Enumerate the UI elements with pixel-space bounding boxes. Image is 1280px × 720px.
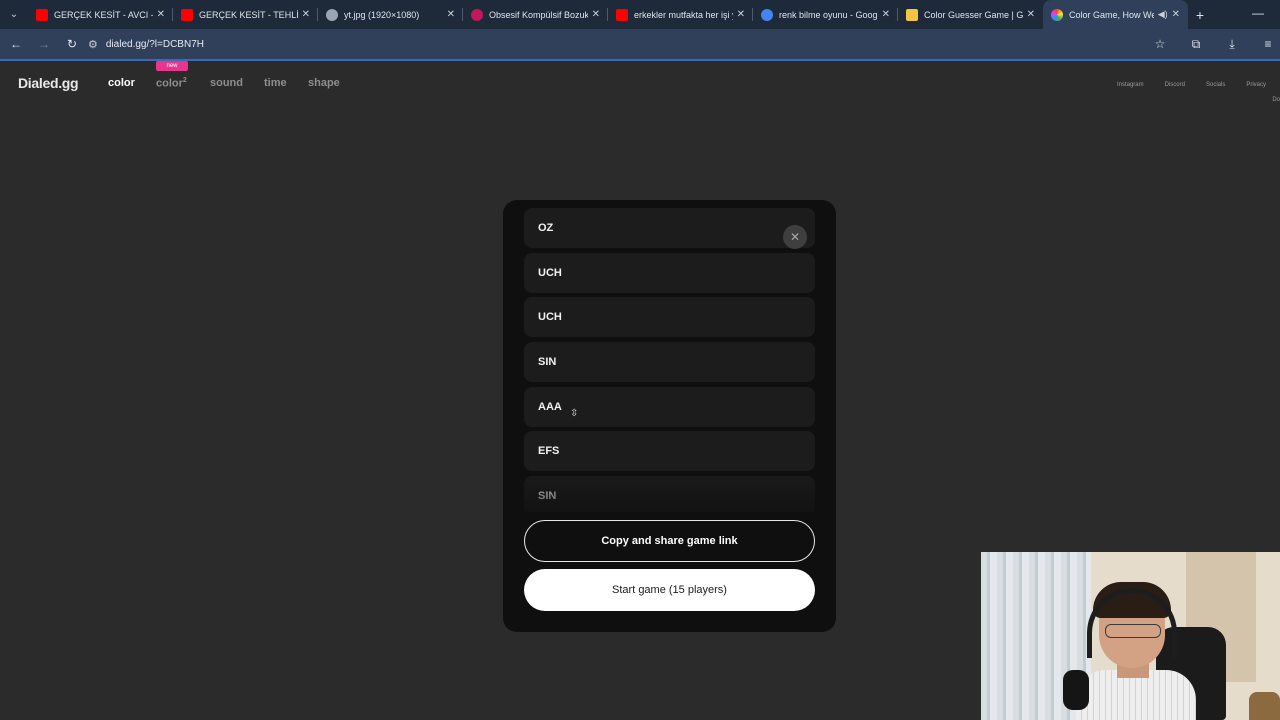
nav-label: color	[156, 77, 183, 90]
youtube-favicon-icon	[36, 8, 48, 21]
site-favicon-icon	[471, 8, 483, 21]
webcam-overlay	[981, 552, 1280, 720]
nav-time[interactable]: time	[264, 77, 287, 89]
address-bar[interactable]: ⚙ dialed.gg/?l=DCBN7H	[88, 32, 204, 56]
youtube-favicon-icon	[181, 8, 193, 21]
player-name: SIN	[538, 490, 557, 503]
nav-sound[interactable]: sound	[210, 77, 243, 89]
speaker-icon[interactable]: ◀)	[1158, 9, 1168, 20]
browser-tab-active[interactable]: Color Game, How We ◀) ✕	[1043, 0, 1188, 29]
window-minimize-icon[interactable]: —	[1252, 6, 1264, 20]
tab-close-icon[interactable]: ✕	[1027, 9, 1035, 20]
tab-search-chevron-icon[interactable]: ⌄	[0, 0, 28, 29]
tab-close-icon[interactable]: ✕	[157, 9, 165, 20]
nav-label: time	[264, 77, 287, 89]
player-row: OZ	[524, 208, 815, 248]
tab-title: renk bilme oyunu - Googl	[779, 9, 878, 20]
player-name: UCH	[538, 311, 562, 324]
new-tab-plus-icon[interactable]: +	[1188, 7, 1212, 23]
close-icon[interactable]: ✕	[783, 225, 807, 249]
color-wheel-favicon-icon	[1051, 8, 1063, 21]
new-badge: new	[156, 61, 188, 71]
browser-tab-bar: ⌄ GERÇEK KESİT - AVCI - Yo ✕ GERÇEK KESİ…	[0, 0, 1280, 29]
player-name: OZ	[538, 222, 554, 234]
browser-tab[interactable]: GERÇEK KESİT - AVCI - Yo ✕	[28, 0, 173, 29]
nav-label: shape	[308, 77, 340, 89]
tab-close-icon[interactable]: ✕	[737, 9, 745, 20]
nav-superscript: 2	[182, 77, 187, 84]
back-arrow-icon[interactable]: ←	[4, 32, 28, 56]
player-row: UCH	[524, 297, 815, 338]
tab-title: Obsesif Kompülsif Bozukl	[489, 9, 588, 20]
grid-favicon-icon	[906, 8, 918, 21]
extensions-icon[interactable]: ⧉	[1184, 32, 1208, 56]
link-socials[interactable]: Socials	[1206, 82, 1225, 88]
toolbar-actions: ☆ ⧉ ⤓ ≡	[1136, 32, 1280, 56]
url-text[interactable]: dialed.gg/?l=DCBN7H	[106, 39, 204, 50]
browser-tab[interactable]: Color Guesser Game | Gu ✕	[898, 0, 1043, 29]
tab-close-icon[interactable]: ✕	[1172, 9, 1180, 20]
clipped-link[interactable]: Do	[1272, 97, 1280, 103]
globe-favicon-icon	[326, 8, 338, 21]
tab-title: yt.jpg (1920×1080)	[344, 9, 420, 20]
tab-close-icon[interactable]: ✕	[592, 9, 600, 20]
forward-arrow-icon[interactable]: →	[32, 32, 56, 56]
player-row: AAA	[524, 386, 815, 427]
tab-title: Color Game, How We	[1069, 9, 1154, 20]
player-row: SIN	[524, 476, 815, 512]
player-row: UCH	[524, 252, 815, 293]
bookmark-star-icon[interactable]: ☆	[1148, 32, 1172, 56]
microphone	[1063, 670, 1089, 710]
tab-title: GERÇEK KESİT - TEHLİKELİ	[199, 9, 298, 20]
browser-tab[interactable]: renk bilme oyunu - Googl ✕	[753, 0, 898, 29]
link-privacy[interactable]: Privacy	[1246, 82, 1266, 88]
player-name: UCH	[538, 266, 562, 279]
google-favicon-icon	[761, 8, 773, 21]
browser-tab[interactable]: Obsesif Kompülsif Bozukl ✕	[463, 0, 608, 29]
plant-pot	[1249, 692, 1280, 720]
menu-icon[interactable]: ≡	[1256, 32, 1280, 56]
player-name: EFS	[538, 445, 560, 458]
site-settings-icon[interactable]: ⚙	[88, 38, 98, 51]
tab-title: Color Guesser Game | Gu	[924, 9, 1023, 20]
player-list[interactable]: OZ UCH UCH SIN AAA EFS SIN	[524, 208, 815, 512]
browser-tab[interactable]: GERÇEK KESİT - TEHLİKELİ ✕	[173, 0, 318, 29]
nav-label: sound	[210, 77, 243, 89]
footer-links: Instagram Discord Socials Privacy	[1117, 82, 1266, 88]
player-name: AAA	[538, 400, 562, 413]
site-header: Dialed.gg color new color2 sound time sh…	[0, 61, 1280, 106]
nav-label: color	[108, 77, 135, 89]
nav-shape[interactable]: shape	[308, 77, 340, 89]
site-logo[interactable]: Dialed.gg	[18, 75, 79, 91]
tab-close-icon[interactable]: ✕	[302, 9, 310, 20]
nav-color[interactable]: color	[108, 77, 135, 89]
mouse-cursor-icon: ⇳	[570, 408, 579, 419]
link-discord[interactable]: Discord	[1165, 82, 1185, 88]
browser-tab[interactable]: yt.jpg (1920×1080) ✕	[318, 0, 463, 29]
browser-toolbar: ← → ↻ ⚙ dialed.gg/?l=DCBN7H ☆ ⧉ ⤓ ≡	[0, 29, 1280, 59]
tab-close-icon[interactable]: ✕	[447, 9, 455, 20]
player-row: EFS	[524, 431, 815, 472]
reload-icon[interactable]: ↻	[60, 32, 84, 56]
browser-tab[interactable]: erkekler mutfakta her işi y ✕	[608, 0, 753, 29]
lobby-modal: OZ UCH UCH SIN AAA EFS SIN ✕ Copy and sh…	[503, 200, 836, 632]
copy-share-link-button[interactable]: Copy and share game link	[524, 520, 815, 562]
nav-color-2[interactable]: color2	[156, 77, 187, 90]
start-game-button[interactable]: Start game (15 players)	[524, 569, 815, 611]
tab-close-icon[interactable]: ✕	[882, 9, 890, 20]
youtube-favicon-icon	[616, 8, 628, 21]
link-instagram[interactable]: Instagram	[1117, 82, 1144, 88]
tab-title: erkekler mutfakta her işi y	[634, 9, 733, 20]
player-row: SIN	[524, 342, 815, 383]
player-name: SIN	[538, 356, 557, 369]
tab-title: GERÇEK KESİT - AVCI - Yo	[54, 9, 153, 20]
download-icon[interactable]: ⤓	[1220, 32, 1244, 56]
